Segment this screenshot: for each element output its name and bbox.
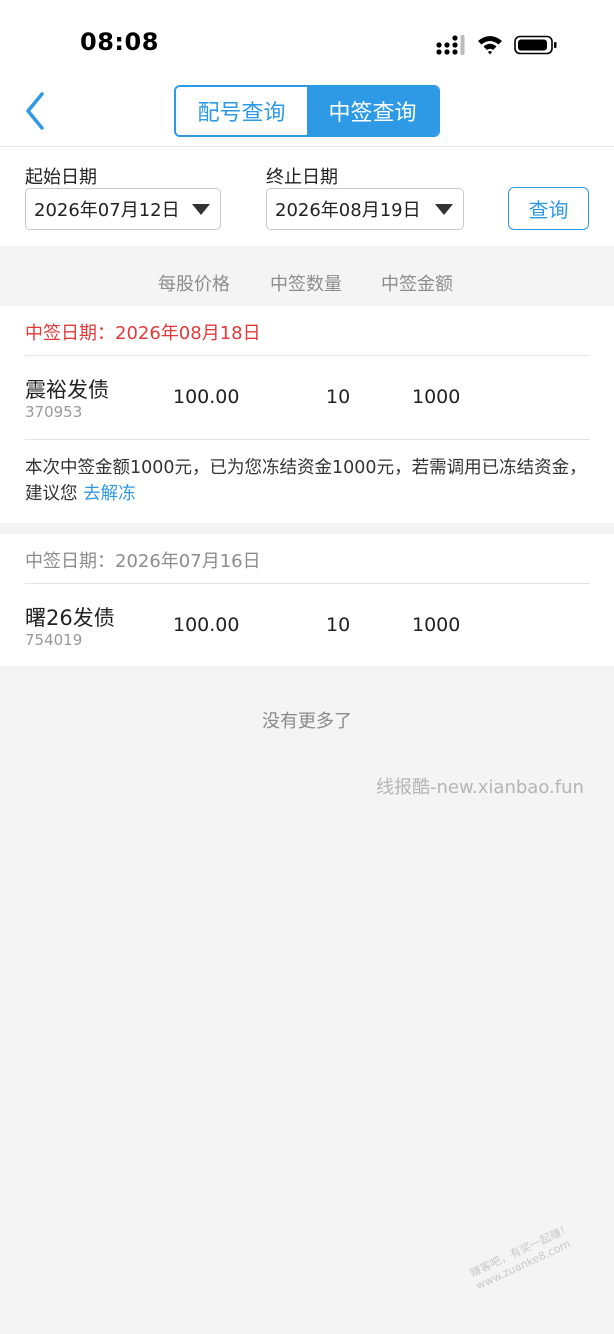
watermark: 线报酷-new.xianbao.fun bbox=[376, 777, 584, 798]
column-quantity: 中签数量 bbox=[270, 274, 342, 295]
column-price: 每股价格 bbox=[158, 274, 230, 295]
end-date-select[interactable]: 2026年08月19日 bbox=[266, 188, 464, 230]
query-type-segment: 配号查询 中签查询 bbox=[174, 85, 440, 137]
bond-quantity: 10 bbox=[326, 386, 351, 408]
freeze-notice: 本次中签金额1000元，已为您冻结资金1000元，若需调用已冻结资金，建议您 去… bbox=[25, 455, 590, 507]
cellular-signal-icon bbox=[436, 35, 465, 55]
column-amount: 中签金额 bbox=[381, 274, 453, 295]
column-header: 每股价格 中签数量 中签金额 bbox=[0, 258, 614, 306]
end-date-label: 终止日期 bbox=[266, 167, 338, 188]
dropdown-caret-icon bbox=[192, 203, 210, 215]
bond-name: 曙26发债 bbox=[25, 606, 115, 630]
back-button[interactable] bbox=[18, 90, 54, 132]
watermark-stamp: 赚客吧，有奖一起赚！ www.zuanke8.com bbox=[468, 1222, 580, 1294]
end-date-value: 2026年08月19日 bbox=[275, 200, 421, 221]
start-date-value: 2026年07月12日 bbox=[34, 200, 180, 221]
wifi-icon bbox=[478, 36, 502, 55]
start-date-label: 起始日期 bbox=[25, 167, 97, 188]
header-divider bbox=[0, 146, 614, 147]
status-time: 08:08 bbox=[80, 28, 159, 56]
bond-code: 754019 bbox=[25, 631, 83, 649]
bond-code: 370953 bbox=[25, 403, 83, 421]
divider bbox=[25, 439, 590, 440]
dropdown-caret-icon bbox=[435, 203, 453, 215]
divider bbox=[25, 355, 590, 356]
bond-amount: 1000 bbox=[412, 386, 461, 408]
bond-price: 100.00 bbox=[173, 614, 240, 636]
query-button[interactable]: 查询 bbox=[508, 187, 589, 230]
winning-date-label: 中签日期：2026年07月16日 bbox=[25, 551, 261, 572]
no-more-label: 没有更多了 bbox=[262, 711, 352, 732]
winning-group-card: 中签日期：2026年07月16日 曙26发债 754019 100.00 10 … bbox=[0, 534, 614, 666]
divider bbox=[25, 583, 590, 584]
winning-date-label: 中签日期：2026年08月18日 bbox=[25, 323, 261, 344]
bond-amount: 1000 bbox=[412, 614, 461, 636]
tab-winning-query[interactable]: 中签查询 bbox=[307, 87, 438, 135]
tab-allocation-query[interactable]: 配号查询 bbox=[176, 87, 307, 135]
bond-price: 100.00 bbox=[173, 386, 240, 408]
start-date-select[interactable]: 2026年07月12日 bbox=[25, 188, 221, 230]
unfreeze-link[interactable]: 去解冻 bbox=[83, 484, 136, 504]
battery-icon bbox=[514, 35, 557, 55]
winning-group-card: 中签日期：2026年08月18日 震裕发债 370953 100.00 10 1… bbox=[0, 306, 614, 523]
bond-name: 震裕发债 bbox=[25, 378, 109, 402]
bond-quantity: 10 bbox=[326, 614, 351, 636]
